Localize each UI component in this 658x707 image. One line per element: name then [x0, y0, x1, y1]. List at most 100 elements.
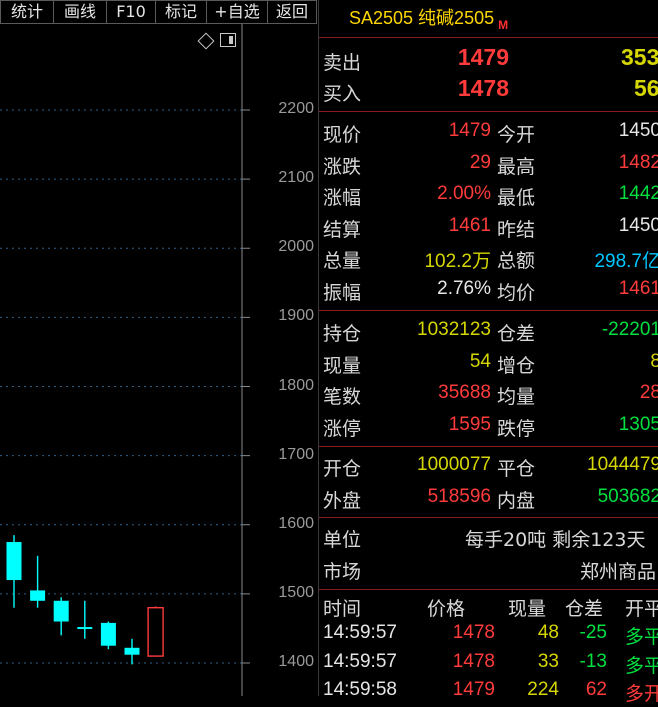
stat-label: 现价: [323, 124, 362, 146]
stat-label: 持仓: [323, 323, 362, 345]
tick-volume: 33: [537, 650, 559, 672]
stat-value: 1461: [618, 277, 658, 299]
divider: [319, 446, 658, 447]
candle[interactable]: [147, 606, 164, 657]
stat-label: 增仓: [497, 354, 536, 377]
y-tick-label: 1700: [278, 445, 314, 463]
stat-value: 503682: [597, 485, 658, 507]
unit-value: 每手20吨 剩余123天: [465, 529, 646, 551]
candle[interactable]: [53, 597, 69, 636]
contract-title: SA2505 纯碱2505 M: [349, 4, 509, 32]
stat-value: 102.2万: [424, 251, 491, 272]
stat-row: 现价 1479 今开 1450: [319, 118, 658, 150]
stat-value: 28: [639, 382, 658, 403]
stat-label: 仓差: [497, 323, 536, 345]
stat-label: 结算: [323, 218, 362, 241]
sell-volume: 353: [621, 44, 658, 70]
stat-value: 1442: [618, 183, 658, 204]
stat-label: 外盘: [323, 489, 362, 512]
candle[interactable]: [100, 621, 116, 650]
candle-body: [30, 590, 46, 601]
tick-row[interactable]: 14:59:57 1478 48 -25 多平: [319, 622, 658, 650]
panel-toggle-icon[interactable]: [220, 33, 236, 47]
tick-price: 1478: [452, 650, 495, 672]
stat-row: 涨跌 29 最高 1482: [319, 150, 658, 182]
stat-row: 结算 1461 昨结 1450: [319, 213, 658, 245]
stat-row: 涨停 1595 跌停 1305: [319, 412, 658, 444]
stat-label: 跌停: [497, 417, 536, 440]
y-tick-label: 2000: [278, 238, 314, 256]
stat-row: 笔数 35688 均量 28: [319, 380, 658, 412]
candle[interactable]: [124, 638, 140, 665]
buy-volume: 56: [634, 75, 658, 101]
y-tick-label: 1600: [278, 514, 314, 532]
stat-value: 54: [469, 350, 491, 372]
candle[interactable]: [30, 555, 46, 608]
tick-type: 多平: [625, 626, 658, 648]
tick-row[interactable]: 14:59:57 1478 33 -13 多平: [319, 651, 658, 679]
tick-diff: 62: [585, 679, 607, 700]
market-mark: M: [498, 18, 509, 32]
stat-label: 涨幅: [323, 187, 362, 209]
stat-value: 1595: [448, 413, 491, 435]
stat-value: 1450: [618, 120, 658, 141]
divider: [319, 589, 658, 590]
stat-label: 涨跌: [323, 155, 362, 178]
unit-label: 单位: [323, 529, 362, 551]
stat-value: 1450: [618, 214, 658, 236]
stat-label: 均量: [497, 386, 536, 408]
tick-row[interactable]: 14:59:58 1479 224 62 多开: [319, 679, 658, 707]
stat-value: -22201: [601, 319, 658, 340]
market-value: 郑州商品: [580, 561, 657, 583]
stat-label: 均价: [497, 281, 536, 304]
y-tick-label: 1400: [278, 653, 314, 670]
stat-label: 昨结: [497, 218, 536, 241]
market-label: 市场: [323, 561, 362, 583]
candle[interactable]: [6, 535, 22, 608]
stat-label: 振幅: [323, 281, 362, 304]
stat-label: 开仓: [323, 458, 362, 480]
stat-value: 2.00%: [437, 183, 491, 204]
tick-volume: 48: [537, 622, 559, 643]
stat-value: 1000077: [417, 454, 491, 475]
stat-row: 振幅 2.76% 均价 1461: [319, 276, 658, 308]
chart-tools: [197, 32, 236, 50]
buy-price: 1478: [457, 75, 509, 101]
stat-label: 平仓: [497, 458, 536, 480]
stat-value: 1482: [618, 151, 658, 173]
y-tick-label: 1500: [278, 583, 314, 601]
stat-label: 现量: [323, 354, 362, 377]
divider: [319, 517, 658, 518]
contract-name: SA2505 纯碱2505: [349, 8, 495, 28]
stat-row: 开仓 1000077 平仓 1044479: [319, 452, 658, 484]
candle-body: [147, 607, 164, 657]
stat-value: 35688: [438, 382, 491, 403]
diamond-icon[interactable]: [197, 32, 215, 50]
ticks-header-type: 开平: [625, 598, 658, 620]
stat-value: 1305: [618, 413, 658, 435]
tick-type: 多开: [625, 683, 658, 705]
stat-value: 8: [650, 350, 658, 372]
stat-label: 最低: [497, 187, 536, 209]
sell-price: 1479: [457, 44, 509, 70]
stat-value: 1032123: [417, 319, 491, 340]
buy-label: 买入: [323, 83, 362, 105]
ticks-header-price: 价格: [427, 598, 466, 620]
divider: [319, 37, 658, 38]
candle[interactable]: [77, 600, 93, 639]
candle-body: [124, 647, 140, 655]
stat-label: 最高: [497, 155, 536, 178]
candle-body: [6, 542, 22, 581]
candle-body: [77, 627, 93, 630]
y-tick-label: 2100: [278, 169, 314, 187]
stat-value: 298.7亿: [594, 251, 658, 272]
tick-price: 1478: [452, 622, 495, 643]
tick-time: 14:59:57: [323, 622, 397, 643]
stat-row: 涨幅 2.00% 最低 1442: [319, 181, 658, 213]
y-tick-label: 1900: [278, 307, 314, 325]
tick-time: 14:59:58: [323, 679, 397, 700]
stat-value: 2.76%: [437, 277, 491, 299]
stat-value: 29: [469, 151, 491, 173]
sell-label: 卖出: [323, 52, 362, 74]
stat-value: 518596: [427, 485, 491, 507]
